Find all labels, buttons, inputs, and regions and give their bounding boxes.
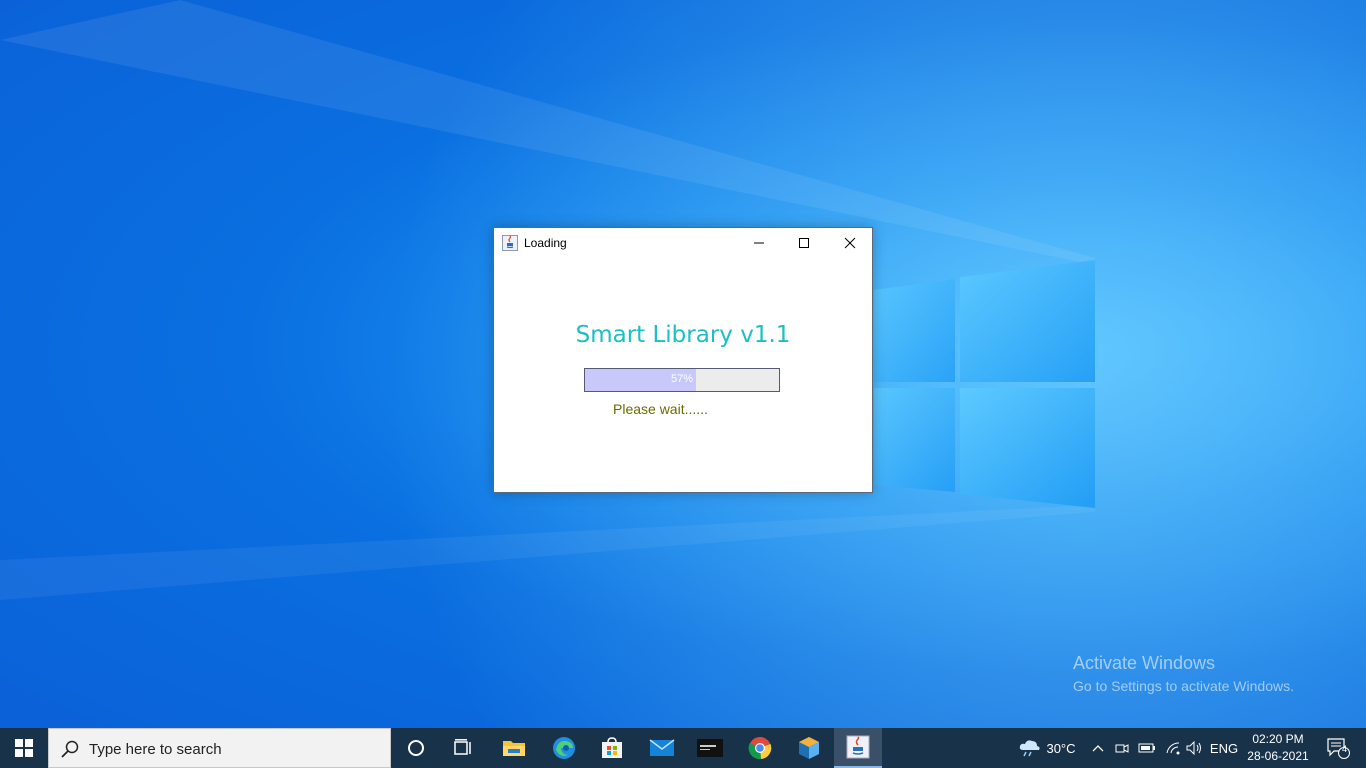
file-explorer-icon (503, 741, 525, 756)
netbeans-icon (799, 737, 819, 759)
task-view-button[interactable] (440, 728, 488, 768)
loading-window[interactable]: Loading Smart Library v1.1 57% Please wa… (493, 227, 873, 493)
mysql-button[interactable] (686, 728, 734, 768)
minimize-button[interactable] (736, 228, 782, 258)
windows-logo-icon (15, 739, 33, 757)
cloud-rain-icon (1020, 740, 1041, 757)
chevron-up-icon (1092, 745, 1104, 752)
java-app-taskbar-button[interactable] (834, 728, 882, 768)
clock-time: 02:20 PM (1252, 732, 1304, 746)
camera-icon (1115, 744, 1129, 753)
edge-button[interactable] (540, 728, 588, 768)
clock-date: 28-06-2021 (1247, 749, 1309, 763)
battery-button[interactable] (1136, 728, 1158, 768)
search-placeholder: Type here to search (89, 741, 222, 758)
network-button[interactable] (1162, 728, 1184, 768)
java-icon (846, 735, 870, 759)
search-box[interactable]: Type here to search (48, 728, 391, 768)
search-icon (61, 740, 79, 758)
cortana-button[interactable] (392, 728, 440, 768)
edge-icon (553, 737, 575, 759)
action-center-button[interactable]: 4 (1318, 728, 1358, 768)
weather-temperature: 30°C (1046, 740, 1076, 756)
speaker-icon (1186, 741, 1201, 755)
app-title: Smart Library v1.1 (575, 322, 791, 348)
close-button[interactable] (827, 228, 873, 258)
meet-now-button[interactable] (1112, 728, 1132, 768)
volume-button[interactable] (1184, 728, 1206, 768)
mysql-icon (697, 739, 723, 757)
store-button[interactable] (588, 728, 636, 768)
notification-count: 4 (1341, 744, 1347, 754)
title-bar[interactable]: Loading (494, 228, 872, 258)
netbeans-button[interactable] (785, 728, 833, 768)
battery-icon (1138, 743, 1155, 753)
minimize-icon (754, 242, 764, 244)
loading-progress-bar: 57% (584, 368, 780, 392)
progress-label: 57% (670, 373, 694, 385)
start-button[interactable] (0, 728, 48, 768)
task-view-icon (454, 739, 471, 755)
maximize-button[interactable] (781, 228, 827, 258)
chrome-icon (748, 737, 772, 760)
weather-widget[interactable]: 30°C (1012, 728, 1082, 768)
status-text: Please wait...... (613, 401, 708, 417)
java-app-icon (502, 235, 518, 251)
file-explorer-button[interactable] (490, 728, 538, 768)
taskbar: Type here to search 30°C ENG 02:20 PM 28… (0, 728, 1366, 768)
activate-windows-watermark: Activate Windows Go to Settings to activ… (1073, 652, 1294, 696)
chrome-button[interactable] (736, 728, 784, 768)
activate-subtitle: Go to Settings to activate Windows. (1073, 678, 1294, 694)
store-icon (602, 737, 622, 758)
maximize-icon (799, 238, 809, 248)
close-icon (844, 237, 856, 249)
language-indicator[interactable]: ENG (1208, 728, 1240, 768)
cortana-icon (408, 740, 424, 756)
clock[interactable]: 02:20 PM 28-06-2021 (1244, 731, 1312, 765)
window-title: Loading (524, 236, 567, 250)
mail-button[interactable] (638, 728, 686, 768)
activate-title: Activate Windows (1073, 653, 1216, 673)
mail-icon (649, 739, 675, 756)
show-hidden-icons-button[interactable] (1088, 728, 1108, 768)
wifi-icon (1166, 742, 1180, 755)
